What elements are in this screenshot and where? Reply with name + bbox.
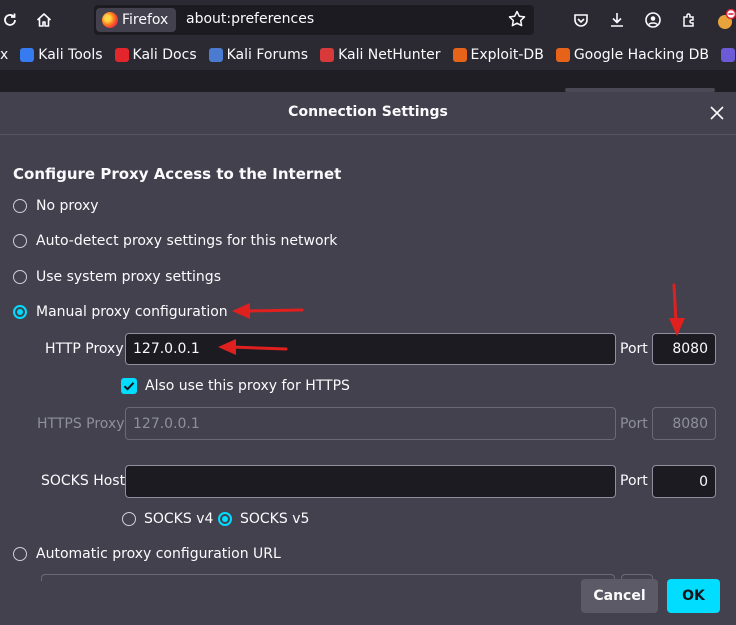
annotation-arrows: [218, 283, 685, 355]
arrow-http-port: [669, 283, 685, 336]
arrow-http-proxy: [218, 339, 288, 355]
arrow-manual-proxy: [232, 303, 304, 319]
